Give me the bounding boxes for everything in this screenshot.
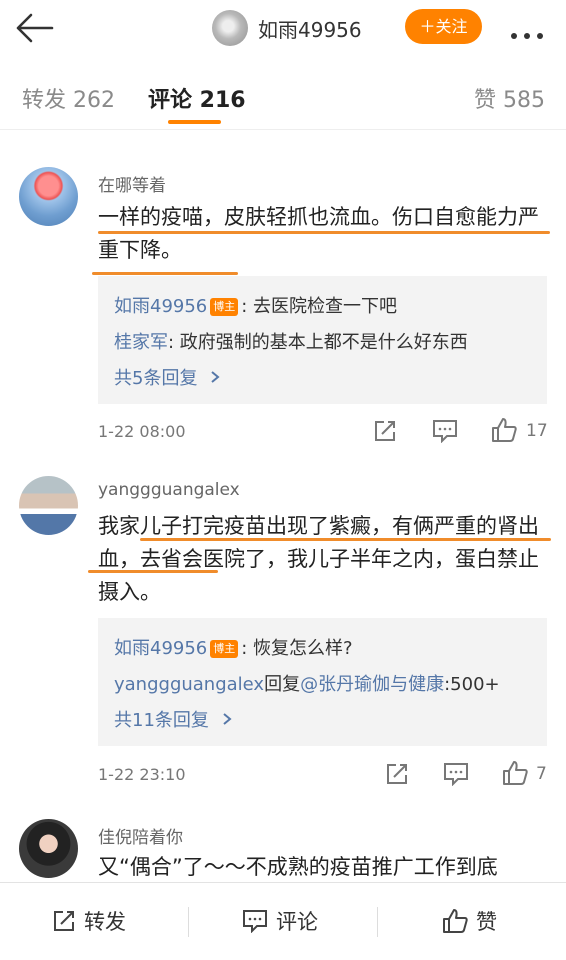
repost-label: 转发 [84, 910, 126, 934]
reply-text: : 政府强制的基本上都不是什么好东西 [168, 332, 468, 353]
page-title: 如雨49956 [258, 18, 362, 42]
tab-comments[interactable]: 评论 216 [148, 82, 246, 114]
repost-icon[interactable] [385, 762, 409, 786]
more-menu-icon[interactable] [511, 24, 553, 39]
comment-icon[interactable] [432, 419, 458, 443]
reply-text: : 恢复怎么样? [241, 638, 353, 659]
reply-line: yanggguangalex回复@张丹瑜伽与健康:500+ [114, 670, 500, 696]
comment-time: 1-22 23:10 [98, 765, 186, 784]
reply-text: :500+ [444, 674, 500, 695]
comment-icon[interactable] [443, 762, 469, 786]
author-avatar[interactable] [212, 10, 248, 46]
chevron-right-icon [211, 371, 220, 383]
reply-author[interactable]: 如雨49956 [114, 638, 207, 659]
highlight-underline [140, 538, 551, 541]
tab-repost[interactable]: 转发 262 [22, 82, 115, 114]
reply-line: 桂家军: 政府强制的基本上都不是什么好东西 [114, 328, 468, 354]
more-replies-link[interactable]: 共5条回复 [114, 364, 221, 390]
comment-item: 佳倪陪着你 又“偶合”了～～不成熟的疫苗推广工作到底 [0, 801, 566, 882]
avatar[interactable] [19, 167, 78, 226]
comment-author[interactable]: 在哪等着 [98, 171, 166, 196]
active-tab-indicator [168, 120, 221, 124]
like-icon[interactable] [491, 417, 517, 443]
reply-line: 如雨49956 博主: 去医院检查一下吧 [114, 292, 397, 318]
bottom-action-bar: 转发 评论 赞 [0, 882, 566, 960]
highlight-underline [88, 570, 218, 573]
tab-bar: 转发 262 评论 216 赞 585 [0, 60, 566, 130]
mention-link[interactable]: @张丹瑜伽与健康 [300, 674, 444, 695]
divider [377, 907, 378, 937]
comment-item: yanggguangalex 我家儿子打完疫苗出现了紫癜，有俩严重的肾出血，去省… [0, 456, 566, 801]
like-icon [443, 909, 468, 933]
divider [188, 907, 189, 937]
comment-text: 一样的疫喵，皮肤轻抓也流血。伤口自愈能力严重下降。 [98, 205, 539, 262]
comment-label: 评论 [276, 910, 318, 934]
comment-time: 1-22 08:00 [98, 422, 186, 441]
like-count: 17 [526, 421, 548, 441]
more-replies-link[interactable]: 共11条回复 [114, 706, 233, 732]
comment-item: 在哪等着 一样的疫喵，皮肤轻抓也流血。伤口自愈能力严重下降。 如雨49956 博主… [0, 131, 566, 456]
like-button[interactable]: 赞 [442, 883, 497, 960]
reply-text: : 去医院检查一下吧 [241, 296, 398, 317]
comment-author[interactable]: yanggguangalex [98, 480, 240, 500]
comment-text: 我家儿子打完疫苗出现了紫癜，有俩严重的肾出血，去省会医院了，我儿子半年之内，蛋白… [98, 514, 539, 604]
highlight-underline [98, 231, 550, 234]
like-label: 赞 [476, 910, 497, 934]
like-icon[interactable] [502, 760, 528, 786]
blogger-badge: 博主 [210, 640, 239, 658]
avatar[interactable] [19, 819, 78, 878]
reply-line: 如雨49956 博主: 恢复怎么样? [114, 634, 353, 660]
avatar[interactable] [19, 476, 78, 535]
highlight-underline [92, 272, 238, 275]
reply-author[interactable]: 桂家军 [114, 332, 168, 353]
reply-preview-box[interactable]: 如雨49956 博主: 恢复怎么样? yanggguangalex回复@张丹瑜伽与… [98, 618, 547, 746]
comment-author[interactable]: 佳倪陪着你 [98, 823, 183, 848]
reply-author[interactable]: 如雨49956 [114, 296, 207, 317]
chevron-right-icon [223, 713, 232, 725]
blogger-badge: 博主 [210, 298, 239, 316]
comment-icon [243, 910, 267, 934]
comment-text: 又“偶合”了～～不成熟的疫苗推广工作到底 [98, 855, 498, 879]
like-count: 7 [536, 764, 547, 784]
top-bar: 如雨49956 ＋关注 [0, 0, 566, 56]
reply-preview-box[interactable]: 如雨49956 博主: 去医院检查一下吧 桂家军: 政府强制的基本上都不是什么好东… [98, 276, 547, 404]
back-arrow-icon[interactable] [14, 12, 54, 44]
reply-author[interactable]: yanggguangalex [114, 674, 264, 695]
repost-icon [54, 911, 74, 931]
repost-icon[interactable] [373, 419, 397, 443]
follow-button[interactable]: ＋关注 [405, 9, 482, 44]
tab-likes[interactable]: 赞 585 [474, 82, 545, 114]
repost-button[interactable]: 转发 [52, 883, 126, 960]
comment-button[interactable]: 评论 [242, 883, 318, 960]
reply-verb: 回复 [264, 674, 301, 695]
